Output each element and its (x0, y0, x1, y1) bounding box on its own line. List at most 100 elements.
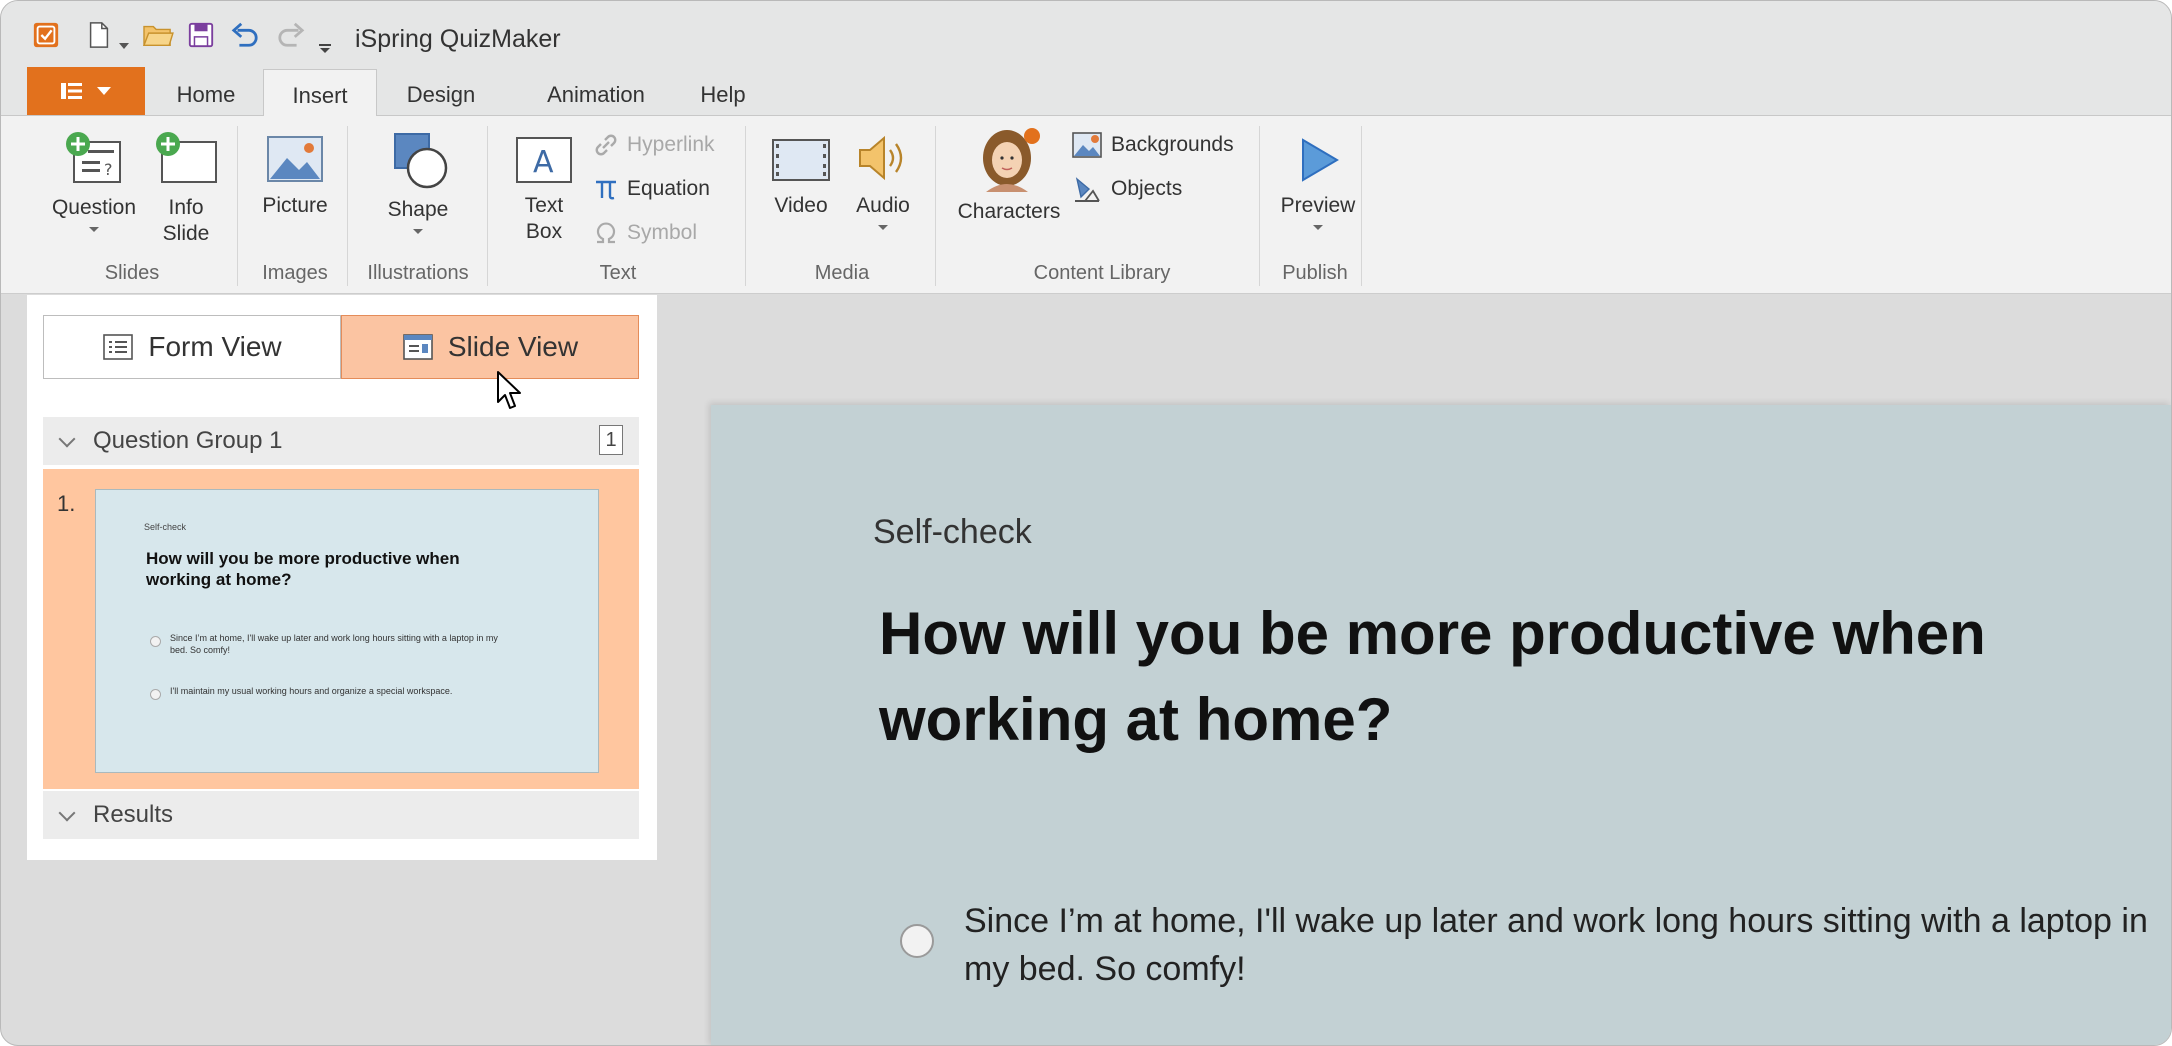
separator (1259, 126, 1260, 286)
backgrounds-icon (1072, 132, 1102, 158)
tab-home[interactable]: Home (151, 67, 261, 115)
shape-label: Shape (387, 198, 449, 221)
new-file-dropdown-icon[interactable] (119, 33, 129, 61)
info-label-2: Slide (162, 222, 210, 245)
equation-button[interactable]: Equation (593, 174, 710, 204)
add-info-slide-icon (156, 132, 217, 183)
thumb-label: Self-check (144, 522, 187, 532)
answer-option-1[interactable]: Since I’m at home, I'll wake up later an… (964, 897, 2164, 993)
audio-label: Audio (856, 194, 910, 217)
characters-label: Characters (957, 200, 1061, 223)
thumb-option-2: I'll maintain my usual working hours and… (170, 686, 453, 696)
slide-view-label: Slide View (447, 331, 579, 362)
character-icon (983, 128, 1040, 192)
save-icon[interactable] (187, 21, 215, 49)
hyperlink-button[interactable]: Hyperlink (593, 130, 715, 160)
results-header[interactable]: Results (43, 791, 639, 839)
tab-insert[interactable]: Insert (263, 69, 377, 119)
redo-icon[interactable] (275, 21, 307, 49)
open-folder-icon[interactable] (141, 21, 175, 49)
ribbon-tabs: Home Insert Design Animation Help (1, 67, 2171, 119)
app-logo-icon (33, 22, 59, 48)
new-file-icon[interactable] (87, 21, 111, 49)
group-label-media: Media (814, 262, 870, 284)
characters-button[interactable]: Characters (949, 126, 1069, 225)
svg-text:?: ? (104, 160, 113, 179)
slide-item[interactable]: 1. Self-check How will you be more produ… (43, 469, 639, 789)
hyperlink-label: Hyperlink (627, 133, 715, 156)
chevron-down-icon[interactable] (58, 430, 76, 448)
thumb-radio (150, 636, 161, 647)
equation-label: Equation (627, 177, 710, 200)
info-label-1: Info (168, 196, 204, 219)
ribbon-insert: ? Question Info Slide Slides Picture Ima… (1, 116, 2171, 294)
chevron-down-icon[interactable] (58, 804, 76, 822)
chevron-down-icon (89, 227, 99, 232)
answer-radio[interactable] (900, 924, 934, 958)
objects-icon (1075, 177, 1100, 202)
slide-list-panel: Form View Slide View Question Group 1 1 … (27, 295, 657, 860)
group-label-slides: Slides (104, 262, 160, 284)
symbol-label: Symbol (627, 221, 698, 244)
picture-button[interactable]: Picture (249, 134, 341, 219)
slide-question[interactable]: How will you be more productive when wor… (879, 591, 2029, 763)
question-label: Question (51, 196, 137, 219)
pi-icon (596, 180, 616, 200)
separator (237, 126, 238, 286)
separator (347, 126, 348, 286)
tab-animation[interactable]: Animation (521, 67, 671, 115)
group-label-text: Text (599, 262, 637, 284)
form-view-button[interactable]: Form View (43, 315, 341, 379)
objects-label: Objects (1111, 177, 1183, 200)
speaker-icon (859, 135, 903, 181)
slide-list-empty-area (27, 860, 657, 1045)
text-box-label-2: Box (525, 220, 563, 243)
text-box-label-1: Text (524, 194, 564, 217)
file-menu-button[interactable] (27, 67, 145, 115)
customize-toolbar-icon[interactable] (319, 35, 331, 63)
backgrounds-label: Backgrounds (1111, 133, 1234, 156)
thumb-option-1: Since I’m at home, I'll wake up later an… (170, 633, 498, 655)
question-group-header[interactable]: Question Group 1 1 (43, 417, 639, 465)
list-icon (103, 334, 134, 360)
separator (487, 126, 488, 286)
video-button[interactable]: Video (761, 134, 841, 219)
tab-design[interactable]: Design (379, 67, 503, 115)
group-label-illustrations: Illustrations (367, 262, 469, 284)
slide-number: 1. (57, 491, 76, 516)
question-button[interactable]: ? Question (41, 130, 147, 232)
slide-label[interactable]: Self-check (873, 513, 1032, 552)
tab-help[interactable]: Help (681, 67, 765, 115)
audio-button[interactable]: Audio (843, 130, 923, 230)
undo-icon[interactable] (229, 21, 261, 49)
slide-view-button[interactable]: Slide View (341, 315, 639, 379)
form-view-label: Form View (148, 331, 282, 362)
play-icon (1302, 138, 1339, 182)
app-window: iSpring QuizMaker Home Insert Design Ani… (0, 0, 2172, 1046)
info-slide-button[interactable]: Info Slide (151, 130, 221, 247)
group-label-content-library: Content Library (1033, 262, 1171, 284)
add-question-icon: ? (66, 132, 121, 183)
shape-icon (394, 133, 448, 189)
preview-label: Preview (1280, 194, 1356, 217)
title-bar: iSpring QuizMaker (1, 1, 2171, 67)
chevron-down-icon (413, 229, 423, 234)
video-label: Video (774, 194, 828, 217)
window-title: iSpring QuizMaker (355, 25, 561, 53)
picture-icon (267, 136, 323, 182)
slide-thumbnail: Self-check How will you be more producti… (95, 489, 599, 773)
text-box-button[interactable]: A Text Box (509, 134, 579, 245)
separator (1361, 126, 1362, 286)
text-box-icon: A (516, 137, 572, 183)
chevron-down-icon (1313, 225, 1323, 230)
menu-icon (61, 83, 82, 99)
question-group-label: Question Group 1 (93, 427, 283, 454)
separator (935, 126, 936, 286)
backgrounds-button[interactable]: Backgrounds (1071, 130, 1234, 160)
chevron-down-icon (97, 87, 111, 95)
preview-button[interactable]: Preview (1273, 134, 1363, 230)
results-label: Results (93, 801, 174, 828)
objects-button[interactable]: Objects (1071, 174, 1182, 204)
symbol-button[interactable]: Symbol (593, 218, 697, 248)
shape-button[interactable]: Shape (371, 130, 465, 234)
